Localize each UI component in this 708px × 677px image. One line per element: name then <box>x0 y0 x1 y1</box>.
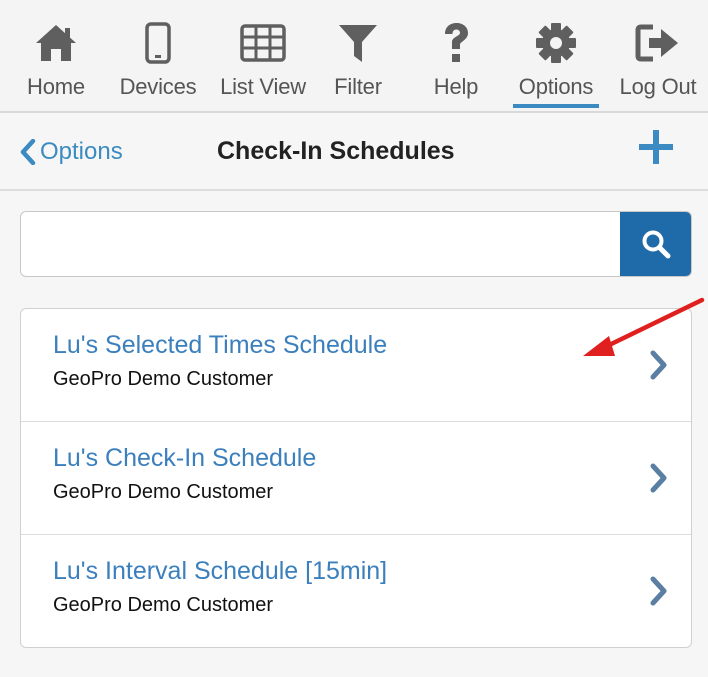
chevron-right-icon <box>650 463 667 493</box>
tab-label: List View <box>220 74 306 99</box>
add-schedule-button[interactable] <box>636 127 676 167</box>
search-icon <box>642 230 670 259</box>
tab-label: Log Out <box>619 74 697 99</box>
tab-options[interactable]: Options <box>511 0 601 111</box>
chevron-right-icon <box>650 350 667 380</box>
schedule-list-item[interactable]: Lu's Interval Schedule [15min] GeoPro De… <box>21 534 691 647</box>
tab-label: Options <box>518 74 594 99</box>
schedule-list-item[interactable]: Lu's Selected Times Schedule GeoPro Demo… <box>21 309 691 421</box>
top-tab-bar: Home Devices List View Filter Help Optio… <box>0 0 708 113</box>
active-tab-indicator <box>513 104 599 108</box>
tab-label: Filter <box>334 74 382 99</box>
home-icon <box>31 20 81 66</box>
tab-filter[interactable]: Filter <box>325 0 391 111</box>
chevron-right-icon <box>650 576 667 606</box>
back-label: Options <box>40 138 123 165</box>
schedule-list: Lu's Selected Times Schedule GeoPro Demo… <box>20 308 692 648</box>
page-title: Check-In Schedules <box>217 137 455 165</box>
tab-help[interactable]: Help <box>425 0 487 111</box>
search-button[interactable] <box>620 212 691 276</box>
schedule-customer: GeoPro Demo Customer <box>53 594 274 616</box>
page-header: Options Check-In Schedules <box>0 113 708 191</box>
schedule-name: Lu's Check-In Schedule <box>53 444 317 472</box>
tab-devices[interactable]: Devices <box>113 0 203 111</box>
schedule-customer: GeoPro Demo Customer <box>53 368 274 390</box>
tab-label: Help <box>433 74 479 99</box>
schedule-customer: GeoPro Demo Customer <box>53 481 274 503</box>
tab-list-view[interactable]: List View <box>213 0 313 111</box>
device-icon <box>133 20 183 66</box>
schedule-name: Lu's Interval Schedule [15min] <box>53 557 388 585</box>
grid-icon <box>238 20 288 66</box>
chevron-left-icon <box>20 139 36 165</box>
tab-label: Home <box>27 74 85 99</box>
tab-label: Devices <box>119 74 197 99</box>
tab-log-out[interactable]: Log Out <box>613 0 703 111</box>
logout-icon <box>633 20 683 66</box>
schedule-list-item[interactable]: Lu's Check-In Schedule GeoPro Demo Custo… <box>21 421 691 534</box>
schedule-name: Lu's Selected Times Schedule <box>53 331 388 359</box>
content-area: Lu's Selected Times Schedule GeoPro Demo… <box>0 191 708 677</box>
tab-home[interactable]: Home <box>17 0 95 111</box>
search-input[interactable] <box>21 212 621 276</box>
gear-icon <box>531 20 581 66</box>
filter-icon <box>333 20 383 66</box>
search-box <box>20 211 692 277</box>
back-button[interactable]: Options <box>20 135 123 169</box>
help-icon <box>431 20 481 66</box>
